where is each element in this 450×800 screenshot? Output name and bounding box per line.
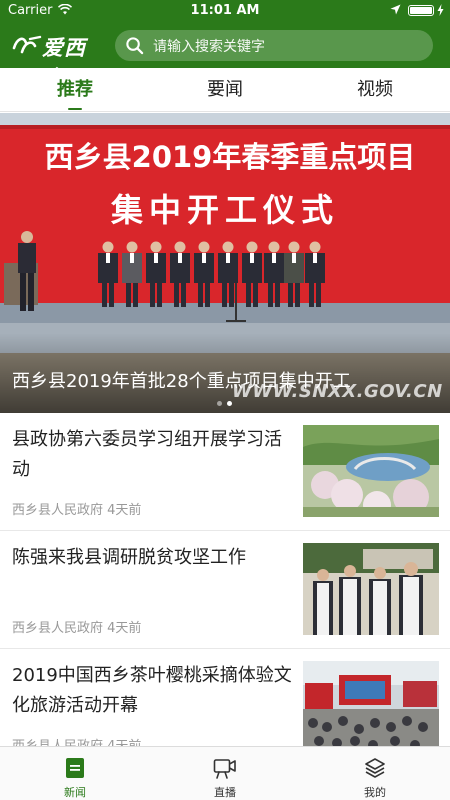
tab-headlines[interactable]: 要闻 [150, 68, 300, 112]
featured-banner[interactable]: 西乡县2019年春季重点项目 集中开工仪式 西乡县2019年首批28个重点项目集… [0, 113, 450, 413]
news-item[interactable]: 县政协第六委员学习组开展学习活动 西乡县人民政府 4天前 [0, 413, 450, 531]
status-bar: Carrier 11:01 AM [0, 0, 450, 22]
tab-video[interactable]: 视频 [300, 68, 450, 112]
news-thumbnail [303, 543, 439, 635]
app-header: Carrier 11:01 AM 爱西乡 [0, 0, 450, 90]
search-bar[interactable]: 请输入搜索关键字 [115, 30, 433, 61]
news-title: 县政协第六委员学习组开展学习活动 [12, 429, 282, 480]
carousel-pagination[interactable] [213, 401, 237, 407]
banner-watermark: WWW.SNXX.GOV.CN [232, 381, 443, 402]
bottom-tab-label: 我的 [364, 786, 386, 799]
app-logo[interactable]: 爱西乡 [12, 30, 104, 90]
search-input[interactable]: 请输入搜索关键字 [153, 36, 265, 56]
battery-icon [408, 5, 434, 16]
active-tab-indicator [68, 108, 82, 110]
status-time: 11:01 AM [190, 3, 260, 18]
layers-profile-icon [365, 758, 385, 778]
news-title: 陈强来我县调研脱贫攻坚工作 [12, 547, 246, 568]
backdrop-line-2: 集中开工仪式 [110, 191, 339, 229]
news-thumbnail [303, 425, 439, 517]
tab-recommended[interactable]: 推荐 [0, 68, 150, 112]
category-tabs: 推荐 要闻 视频 [0, 68, 450, 112]
news-title: 2019中国西乡茶叶樱桃采摘体验文化旅游活动开幕 [12, 665, 292, 716]
bottom-tab-news[interactable]: 新闻 [0, 747, 150, 800]
bottom-tab-bar: 新闻 直播 我的 [0, 746, 450, 800]
live-video-icon [213, 759, 236, 779]
news-time: 4天前 [107, 621, 142, 636]
carousel-dot-active[interactable] [227, 401, 232, 406]
carousel-dot[interactable] [217, 401, 222, 406]
news-source: 西乡县人民政府 [12, 503, 104, 518]
bottom-tab-label: 直播 [214, 786, 236, 799]
news-meta: 西乡县人民政府 4天前 [12, 499, 141, 518]
location-arrow-icon [390, 4, 401, 15]
news-thumbnail [303, 661, 439, 753]
bottom-tab-mine[interactable]: 我的 [300, 747, 450, 800]
bottom-tab-live[interactable]: 直播 [150, 747, 300, 800]
news-source: 西乡县人民政府 [12, 621, 104, 636]
search-icon [126, 37, 144, 55]
news-item[interactable]: 陈强来我县调研脱贫攻坚工作 西乡县人民政府 4天前 [0, 531, 450, 649]
backdrop-line-1: 西乡县2019年春季重点项目 [45, 140, 416, 174]
logo-mark-icon [12, 35, 42, 54]
charging-bolt-icon [437, 4, 444, 16]
news-icon [66, 758, 84, 778]
app-bar: 爱西乡 请输入搜索关键字 [0, 22, 450, 90]
news-meta: 西乡县人民政府 4天前 [12, 617, 141, 636]
news-time: 4天前 [107, 503, 142, 518]
bottom-tab-label: 新闻 [64, 786, 86, 799]
